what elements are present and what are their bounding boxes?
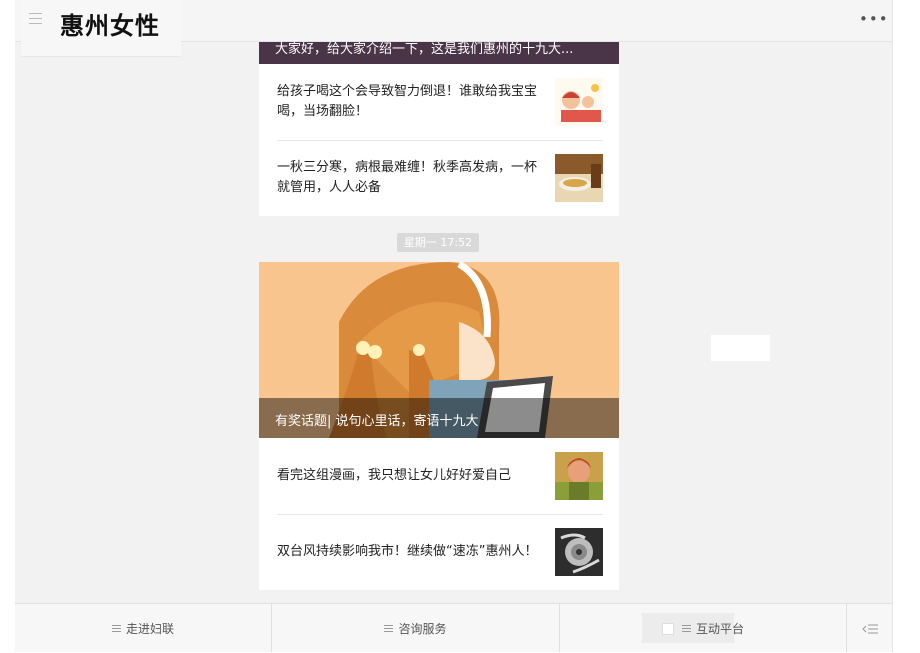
article-title: 双台风持续影响我市！继续做“速冻”惠州人！	[277, 544, 538, 559]
menu-item-interact[interactable]: 互动平台	[560, 604, 847, 652]
page-title: 惠州女性	[60, 12, 160, 40]
list-item[interactable]: 一秋三分寒，病根最难缠！秋季高发病，一杯就管用，人人必备	[277, 140, 603, 216]
hero-image[interactable]: 有奖话题| 说句心里话，寄语十九大	[259, 262, 619, 438]
menu-lines-icon	[111, 624, 121, 633]
more-options-icon[interactable]: •••	[859, 12, 888, 27]
keyboard-switch-icon	[862, 624, 878, 633]
bottom-menu: 走进妇联 咨询服务 互动平台	[15, 603, 892, 652]
hero-caption: 有奖话题| 说句心里话，寄语十九大	[275, 414, 479, 429]
tea-cup-thumbnail	[555, 154, 603, 202]
cartoon-kids-thumbnail	[555, 78, 603, 126]
title-area: 惠州女性	[21, 0, 181, 57]
checkbox-icon	[661, 622, 674, 635]
typhoon-satellite-thumbnail	[555, 528, 603, 576]
list-item[interactable]: 双台风持续影响我市！继续做“速冻”惠州人！	[277, 514, 603, 590]
menu-lines-icon	[681, 624, 691, 633]
menu-item-label: 互动平台	[695, 622, 744, 636]
blank-panel	[711, 335, 770, 361]
menu-item-label: 咨询服务	[398, 622, 447, 636]
menu-item-consult[interactable]: 咨询服务	[272, 604, 560, 652]
menu-lines-icon	[384, 624, 394, 633]
girl-portrait-thumbnail	[555, 452, 603, 500]
chat-window: ••• 惠州女性 大家好，给大家介绍一下，这是我们惠州的十九大... 给孩子喝这…	[15, 0, 893, 652]
menu-item-label: 走进妇联	[125, 622, 174, 636]
keyboard-toggle-icon[interactable]	[847, 604, 892, 652]
article-title: 看完这组漫画，我只想让女儿好好爱自己	[277, 468, 512, 483]
list-item[interactable]: 看完这组漫画，我只想让女儿好好爱自己	[277, 438, 603, 514]
message-timestamp: 星期一 17:52	[397, 233, 479, 252]
menu-item-about[interactable]: 走进妇联	[15, 604, 272, 652]
menu-icon[interactable]	[29, 13, 42, 24]
article-title: 一秋三分寒，病根最难缠！秋季高发病，一杯就管用，人人必备	[277, 160, 538, 195]
article-card-main[interactable]: 有奖话题| 说句心里话，寄语十九大 看完这组漫画，我只想让女儿好好爱自己 双台风…	[259, 262, 619, 590]
list-item[interactable]: 给孩子喝这个会导致智力倒退！谁敢给我宝宝喝，当场翻脸！	[277, 64, 603, 140]
article-title: 给孩子喝这个会导致智力倒退！谁敢给我宝宝喝，当场翻脸！	[277, 84, 538, 119]
